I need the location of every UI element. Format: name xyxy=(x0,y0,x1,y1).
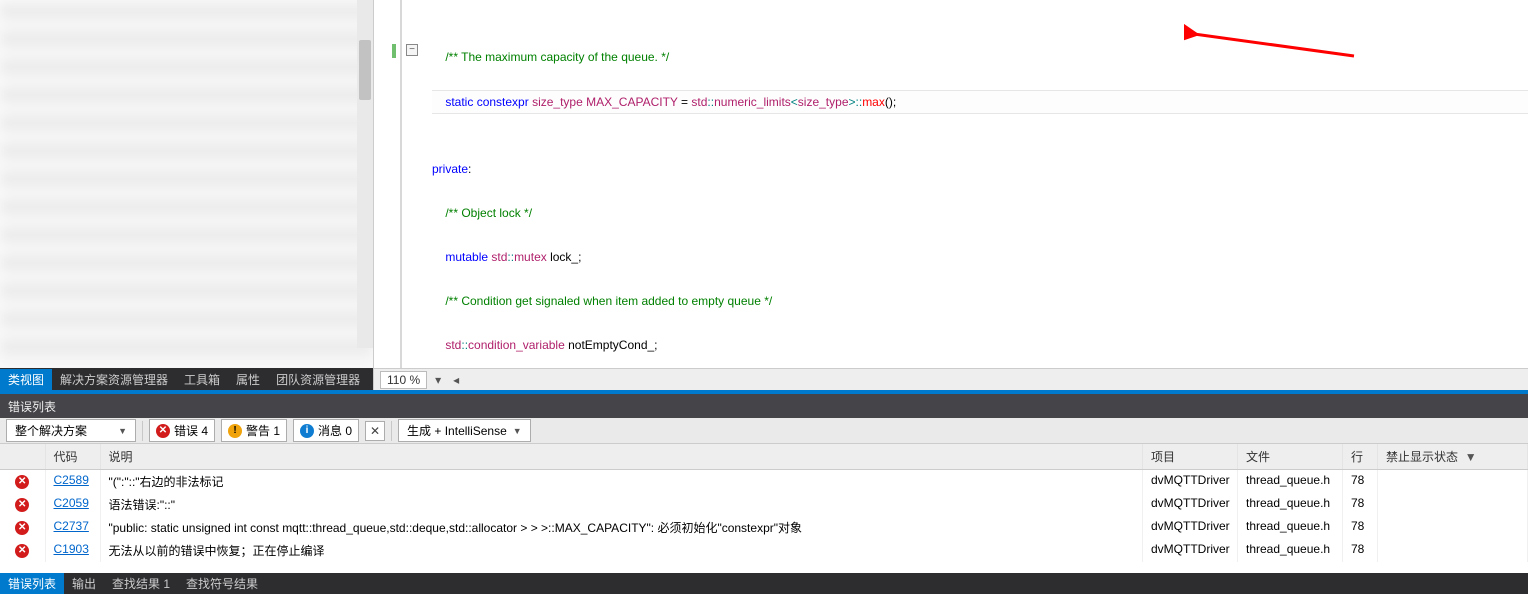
tab-find-results-1[interactable]: 查找结果 1 xyxy=(104,573,178,594)
error-file: thread_queue.h xyxy=(1238,516,1343,539)
error-icon: ✕ xyxy=(15,544,29,558)
error-row[interactable]: ✕ C2059 语法错误:"::"dvMQTTDriverthread_queue.… xyxy=(0,493,1528,516)
error-file: thread_queue.h xyxy=(1238,470,1343,494)
error-project: dvMQTTDriver xyxy=(1143,516,1238,539)
error-line: 78 xyxy=(1343,516,1378,539)
error-grid[interactable]: 代码 说明 项目 文件 行 禁止显示状态 ▼ ✕ C2589 "(":"::"右边的… xyxy=(0,444,1528,573)
warnings-filter-button[interactable]: ! 警告 1 xyxy=(221,419,287,442)
error-description: "public: static unsigned int const mqtt:… xyxy=(100,516,1143,539)
error-code-link[interactable]: C1903 xyxy=(54,542,89,556)
scroll-thumb[interactable] xyxy=(359,40,371,100)
code-area[interactable]: /** The maximum capacity of the queue. *… xyxy=(424,0,1528,368)
clear-button[interactable]: ✕ xyxy=(365,421,385,441)
error-suppress xyxy=(1378,539,1528,562)
error-suppress xyxy=(1378,470,1528,494)
code-editor: − /** The maximum capacity of the queue.… xyxy=(374,0,1528,390)
zoom-select[interactable]: 110 % xyxy=(380,371,427,389)
chevron-down-icon: ▼ xyxy=(513,426,522,436)
error-suppress xyxy=(1378,516,1528,539)
divider xyxy=(142,421,143,441)
code-text: /** The maximum capacity of the queue. *… xyxy=(432,50,669,64)
grid-header-row: 代码 说明 项目 文件 行 禁止显示状态 ▼ xyxy=(0,444,1528,470)
error-row[interactable]: ✕ C2737 "public: static unsigned int const… xyxy=(0,516,1528,539)
blurred-tree xyxy=(0,0,373,368)
editor-gutter[interactable]: − xyxy=(374,0,424,368)
solution-explorer-panel: 类视图 解决方案资源管理器 工具箱 属性 团队资源管理器 xyxy=(0,0,374,390)
error-description: 语法错误:"::" xyxy=(100,493,1143,516)
error-list-title: 错误列表 xyxy=(0,394,1528,418)
error-line: 78 xyxy=(1343,493,1378,516)
fold-toggle[interactable]: − xyxy=(406,44,418,56)
header-file[interactable]: 文件 xyxy=(1238,444,1343,470)
error-code-link[interactable]: C2589 xyxy=(54,473,89,487)
tab-toolbox[interactable]: 工具箱 xyxy=(176,369,228,390)
error-icon: ✕ xyxy=(15,475,29,489)
errors-filter-button[interactable]: ✕ 错误 4 xyxy=(149,419,215,442)
tab-error-list[interactable]: 错误列表 xyxy=(0,573,64,594)
error-icon: ✕ xyxy=(15,521,29,535)
tab-find-symbol-results[interactable]: 查找符号结果 xyxy=(178,573,266,594)
header-suppress[interactable]: 禁止显示状态 ▼ xyxy=(1378,444,1528,470)
error-project: dvMQTTDriver xyxy=(1143,493,1238,516)
change-mark xyxy=(392,44,396,58)
bottom-panel-tabs: 错误列表 输出 查找结果 1 查找符号结果 xyxy=(0,573,1528,594)
error-file: thread_queue.h xyxy=(1238,539,1343,562)
info-icon: i xyxy=(300,424,314,438)
tree-area[interactable] xyxy=(0,0,373,368)
error-line: 78 xyxy=(1343,470,1378,494)
error-icon: ✕ xyxy=(15,498,29,512)
error-file: thread_queue.h xyxy=(1238,493,1343,516)
error-description: "(":"::"右边的非法标记 xyxy=(100,470,1143,494)
vertical-scrollbar[interactable] xyxy=(357,0,373,348)
chevron-down-icon: ▼ xyxy=(118,426,127,436)
error-project: dvMQTTDriver xyxy=(1143,470,1238,494)
header-code[interactable]: 代码 xyxy=(45,444,100,470)
error-row[interactable]: ✕ C1903 无法从以前的错误中恢复；正在停止编译dvMQTTDriverthre… xyxy=(0,539,1528,562)
warning-icon: ! xyxy=(228,424,242,438)
header-desc[interactable]: 说明 xyxy=(100,444,1143,470)
build-intellisense-select[interactable]: 生成 + IntelliSense▼ xyxy=(398,419,531,442)
left-panel-tabs: 类视图 解决方案资源管理器 工具箱 属性 团队资源管理器 xyxy=(0,368,373,390)
highlighted-line: static constexpr size_type MAX_CAPACITY … xyxy=(432,90,1528,114)
chevron-down-icon[interactable]: ▾ xyxy=(431,373,445,387)
error-code-link[interactable]: C2737 xyxy=(54,519,89,533)
messages-filter-button[interactable]: i 消息 0 xyxy=(293,419,359,442)
tab-class-view[interactable]: 类视图 xyxy=(0,369,52,390)
tab-solution-explorer[interactable]: 解决方案资源管理器 xyxy=(52,369,176,390)
error-code-link[interactable]: C2059 xyxy=(54,496,89,510)
gutter-divider xyxy=(400,0,402,368)
filter-icon[interactable]: ▼ xyxy=(1465,450,1477,464)
error-line: 78 xyxy=(1343,539,1378,562)
tab-output[interactable]: 输出 xyxy=(64,573,104,594)
error-list-panel: 错误列表 整个解决方案▼ ✕ 错误 4 ! 警告 1 i 消息 0 ✕ 生成 +… xyxy=(0,390,1528,594)
chevron-left-icon[interactable]: ◂ xyxy=(449,373,463,387)
scope-select[interactable]: 整个解决方案▼ xyxy=(6,419,136,442)
header-icon[interactable] xyxy=(0,444,45,470)
error-icon: ✕ xyxy=(156,424,170,438)
tab-team-explorer[interactable]: 团队资源管理器 xyxy=(268,369,368,390)
error-project: dvMQTTDriver xyxy=(1143,539,1238,562)
error-row[interactable]: ✕ C2589 "(":"::"右边的非法标记dvMQTTDriverthread_… xyxy=(0,470,1528,494)
zoom-bar: 110 % ▾ ◂ xyxy=(374,368,1528,390)
header-line[interactable]: 行 xyxy=(1343,444,1378,470)
header-project[interactable]: 项目 xyxy=(1143,444,1238,470)
error-list-toolbar: 整个解决方案▼ ✕ 错误 4 ! 警告 1 i 消息 0 ✕ 生成 + Inte… xyxy=(0,418,1528,444)
tab-properties[interactable]: 属性 xyxy=(228,369,268,390)
divider xyxy=(391,421,392,441)
error-description: 无法从以前的错误中恢复；正在停止编译 xyxy=(100,539,1143,562)
error-suppress xyxy=(1378,493,1528,516)
